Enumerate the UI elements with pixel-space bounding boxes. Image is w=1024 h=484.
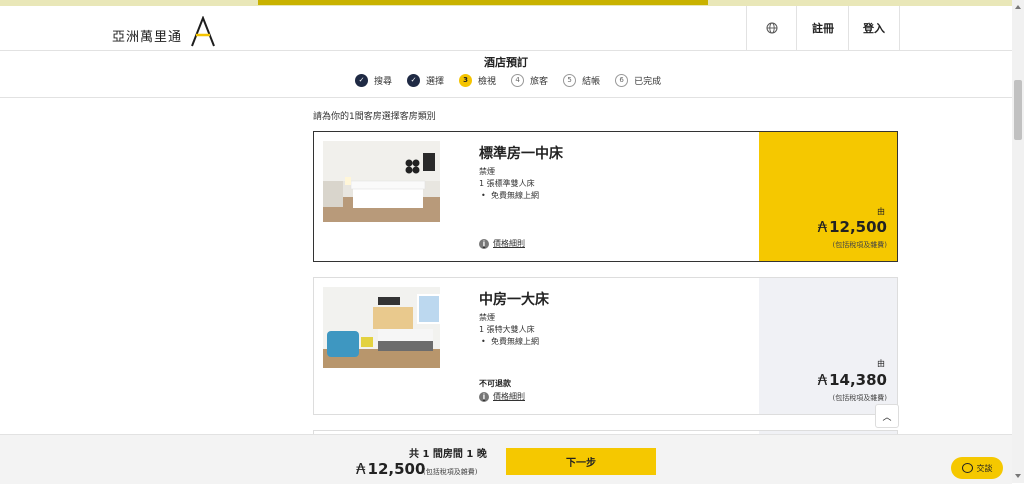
chat-bubble-icon: [961, 463, 973, 473]
page-scrollbar[interactable]: [1012, 0, 1024, 483]
currency-symbol: ₳: [817, 371, 828, 389]
top-banner-image: [258, 0, 708, 5]
total-price: ₳ 12,500: [356, 460, 425, 478]
currency-symbol: ₳: [817, 218, 828, 236]
step-search: ✓ 搜尋: [355, 73, 393, 87]
booking-summary-footer: 共 1 間房間 1 晚 ₳ 12,500 (包括稅項及雜費) 下一步: [0, 434, 1012, 484]
price-from-label: 由: [877, 207, 885, 216]
smoking-policy: 禁煙: [479, 313, 495, 322]
chat-button[interactable]: 交談: [951, 457, 1003, 479]
room-name: 標準房一中床: [479, 146, 563, 162]
step-travellers: 4 旅客: [511, 73, 549, 87]
chevron-up-icon: ︿: [882, 412, 892, 423]
register-button[interactable]: 註冊: [796, 6, 849, 50]
step-label: 選擇: [426, 76, 445, 87]
price-detail-label[interactable]: 價格細則: [493, 391, 525, 402]
currency-symbol: ₳: [356, 460, 366, 478]
step-label: 搜尋: [374, 76, 393, 87]
step-number: 3: [459, 73, 473, 87]
room-name: 中房一大床: [479, 292, 549, 308]
info-icon: i: [479, 391, 489, 402]
progress-steps: ✓ 搜尋 ✓ 選擇 3 檢視 4 旅客 5 結帳 6 已完成: [355, 72, 676, 88]
price-value: 14,380: [829, 371, 887, 389]
instruction-text: 請為你的1間客房選擇客房類別: [313, 112, 436, 122]
step-label: 檢視: [478, 76, 497, 87]
price-note: (包括稅項及雜費): [832, 394, 887, 402]
bed-type: 1 張特大雙人床: [479, 325, 535, 334]
step-number: 6: [615, 73, 629, 87]
room-card[interactable]: 中房一大床 禁煙 1 張特大雙人床 免費無線上網 不可退款 i 價格細則 由 ₳…: [313, 277, 898, 415]
page-title: 酒店預訂: [484, 56, 528, 69]
price-box-selected[interactable]: 由 ₳ 12,500 (包括稅項及雜費): [759, 132, 897, 261]
price-from-label: 由: [877, 359, 885, 368]
site-header: 亞洲萬里通 註冊 登入: [0, 6, 1012, 51]
divider: [0, 97, 1012, 98]
price-detail-link[interactable]: i 價格細則: [479, 391, 525, 402]
total-value: 12,500: [367, 460, 426, 478]
price-detail-label[interactable]: 價格細則: [493, 238, 525, 249]
scrollbar-thumb[interactable]: [1014, 80, 1022, 140]
scroll-up-arrow-icon[interactable]: [1015, 5, 1021, 9]
price-note: (包括稅項及雜費): [832, 241, 887, 249]
room-price: ₳ 12,500: [818, 218, 887, 236]
room-description: 禁煙 1 張標準雙人床 免費無線上網: [479, 166, 539, 202]
step-number: 5: [563, 73, 577, 87]
step-review: 3 檢視: [459, 73, 497, 87]
step-label: 已完成: [634, 76, 662, 87]
step-checkout: 5 結帳: [563, 73, 601, 87]
non-refundable-label: 不可退款: [479, 379, 511, 388]
room-price: ₳ 14,380: [818, 371, 887, 389]
step-label: 旅客: [530, 76, 549, 87]
price-box[interactable]: 由 ₳ 14,380 (包括稅項及雜費): [759, 278, 897, 414]
step-select: ✓ 選擇: [407, 73, 445, 87]
step-label: 結帳: [582, 76, 601, 87]
price-value: 12,500: [829, 218, 887, 236]
next-step-button[interactable]: 下一步: [506, 448, 656, 475]
step-completed: 6 已完成: [615, 73, 662, 87]
globe-icon: [766, 22, 778, 34]
scroll-to-top-button[interactable]: ︿: [875, 404, 899, 428]
room-card[interactable]: 標準房一中床 禁煙 1 張標準雙人床 免費無線上網 i 價格細則 由 ₳12,5…: [313, 131, 898, 262]
room-photo[interactable]: [323, 141, 440, 222]
smoking-policy: 禁煙: [479, 167, 495, 176]
asia-miles-logo-icon[interactable]: [190, 16, 216, 48]
step-number: 4: [511, 73, 525, 87]
bed-type: 1 張標準雙人床: [479, 179, 535, 188]
check-icon: ✓: [407, 73, 421, 87]
chat-label: 交談: [976, 463, 993, 473]
room-photo[interactable]: [323, 287, 440, 368]
logo-text[interactable]: 亞洲萬里通: [112, 26, 182, 45]
room-description: 禁煙 1 張特大雙人床 免費無線上網: [479, 312, 539, 348]
language-selector[interactable]: [746, 6, 797, 50]
amenity-item: 免費無線上網: [479, 190, 539, 202]
summary-text: 共 1 間房間 1 晚: [409, 449, 487, 460]
price-detail-link[interactable]: i 價格細則: [479, 238, 525, 249]
total-note: (包括稅項及雜費): [423, 468, 478, 476]
check-icon: ✓: [355, 73, 368, 87]
scroll-down-arrow-icon[interactable]: [1015, 474, 1021, 478]
amenity-item: 免費無線上網: [479, 336, 539, 348]
info-icon: i: [479, 238, 489, 249]
login-button[interactable]: 登入: [848, 6, 900, 50]
